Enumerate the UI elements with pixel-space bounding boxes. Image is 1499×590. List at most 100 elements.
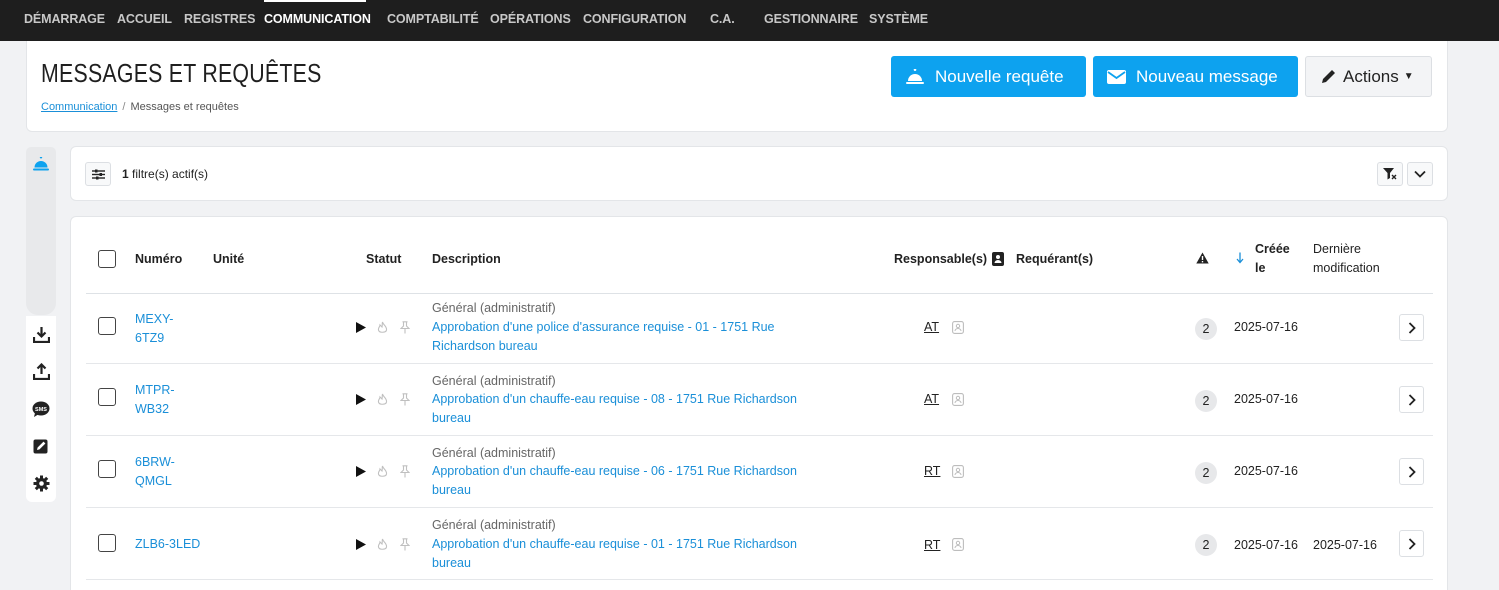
sms-icon[interactable]: SMS <box>32 400 50 418</box>
requests-table: Numéro Unité Statut Description Responsa… <box>70 216 1448 590</box>
request-number[interactable]: 6BRW- QMGL <box>135 453 175 491</box>
request-count-badge: 2 <box>1195 318 1217 340</box>
filter-clear-icon <box>1383 168 1397 180</box>
edit-note-icon[interactable] <box>32 437 50 455</box>
nav-item-operations[interactable]: OPÉRATIONS <box>490 12 571 26</box>
column-header-description[interactable]: Description <box>432 250 501 269</box>
responsible-initials[interactable]: AT <box>924 392 939 406</box>
pin-icon[interactable] <box>400 465 410 478</box>
breadcrumb-separator: / <box>122 101 126 113</box>
download-icon[interactable] <box>32 325 50 343</box>
nav-item-gestionnaire[interactable]: GESTIONNAIRE <box>764 12 858 26</box>
contact-card-icon[interactable] <box>952 465 964 478</box>
nav-item-systeme[interactable]: SYSTÈME <box>869 12 928 26</box>
chevron-right-icon <box>1408 537 1416 550</box>
open-request-button[interactable] <box>1399 458 1424 485</box>
pin-icon[interactable] <box>400 321 410 334</box>
nav-item-demarrage[interactable]: DÉMARRAGE <box>24 12 105 26</box>
flame-icon[interactable] <box>377 393 388 406</box>
request-number[interactable]: MTPR- WB32 <box>135 381 175 419</box>
row-checkbox[interactable] <box>98 388 116 406</box>
request-number[interactable]: ZLB6-3LED <box>135 535 200 554</box>
row-checkbox[interactable] <box>98 534 116 552</box>
contact-card-icon[interactable] <box>952 538 964 551</box>
request-number[interactable]: MEXY- 6TZ9 <box>135 310 173 348</box>
play-icon[interactable] <box>356 466 366 477</box>
request-description-link[interactable]: Approbation d'un chauffe-eau requise - 0… <box>432 462 812 500</box>
request-description-link[interactable]: Approbation d'un chauffe-eau requise - 0… <box>432 535 812 573</box>
requests-side-tab[interactable] <box>26 147 56 315</box>
open-request-button[interactable] <box>1399 530 1424 557</box>
row-checkbox[interactable] <box>98 460 116 478</box>
clear-filters-button[interactable] <box>1377 162 1403 186</box>
new-request-button[interactable]: Nouvelle requête <box>891 56 1086 97</box>
created-date: 2025-07-16 <box>1234 320 1298 334</box>
request-category: Général (administratif) <box>432 518 556 532</box>
sort-down-arrow-icon[interactable] <box>1236 252 1244 264</box>
side-toolbar: SMS <box>26 316 56 502</box>
gear-icon[interactable] <box>32 474 50 492</box>
column-header-requester[interactable]: Requérant(s) <box>1016 250 1093 269</box>
request-number-part1: 6BRW- <box>135 455 175 469</box>
request-number-part2: 6TZ9 <box>135 331 165 345</box>
upload-icon[interactable] <box>32 362 50 380</box>
responsible-initials[interactable]: RT <box>924 538 940 552</box>
nav-item-registres[interactable]: REGISTRES <box>184 12 255 26</box>
pencil-icon <box>1322 70 1335 83</box>
open-request-button[interactable] <box>1399 386 1424 413</box>
responsible-initials[interactable]: AT <box>924 320 939 334</box>
chevron-right-icon <box>1408 321 1416 334</box>
nav-item-ca[interactable]: C.A. <box>710 12 735 26</box>
play-icon[interactable] <box>356 539 366 550</box>
created-date: 2025-07-16 <box>1234 464 1298 478</box>
breadcrumb-link-communication[interactable]: Communication <box>41 101 117 113</box>
responsible-initials[interactable]: RT <box>924 464 940 478</box>
created-date: 2025-07-16 <box>1234 392 1298 406</box>
filter-settings-button[interactable] <box>85 162 111 186</box>
column-header-unit[interactable]: Unité <box>213 250 244 269</box>
contact-card-icon[interactable] <box>952 321 964 334</box>
play-icon[interactable] <box>356 394 366 405</box>
request-description-link[interactable]: Approbation d'une police d'assurance req… <box>432 318 812 356</box>
request-number-part2: WB32 <box>135 402 170 416</box>
select-all-checkbox[interactable] <box>98 250 116 268</box>
request-number-part1: MEXY- <box>135 312 174 326</box>
nav-item-comptabilite[interactable]: COMPTABILITÉ <box>387 12 479 26</box>
new-request-label: Nouvelle requête <box>935 66 1064 86</box>
page-header: MESSAGES ET REQUÊTES Communication / Messa… <box>26 41 1448 132</box>
nav-item-accueil[interactable]: ACCUEIL <box>117 12 172 26</box>
actions-dropdown-button[interactable]: Actions ▼ <box>1305 56 1432 97</box>
column-header-responsible[interactable]: Responsable(s) <box>894 250 987 269</box>
pin-icon[interactable] <box>400 538 410 551</box>
pin-icon[interactable] <box>400 393 410 406</box>
row-checkbox[interactable] <box>98 317 116 335</box>
request-category: Général (administratif) <box>432 374 556 388</box>
new-message-button[interactable]: Nouveau message <box>1093 56 1298 97</box>
column-header-created-line2[interactable]: le <box>1255 259 1265 278</box>
expand-filters-button[interactable] <box>1407 162 1433 186</box>
contact-card-icon[interactable] <box>952 393 964 406</box>
row-divider <box>86 435 1433 436</box>
nav-active-indicator <box>264 0 366 2</box>
breadcrumb: Communication / Messages et requêtes <box>41 101 239 113</box>
nav-item-configuration[interactable]: CONFIGURATION <box>583 12 686 26</box>
column-header-status[interactable]: Statut <box>366 250 401 269</box>
column-header-created-line1[interactable]: Créée <box>1255 240 1290 259</box>
play-icon[interactable] <box>356 322 366 333</box>
column-header-modified-line2[interactable]: modification <box>1313 259 1380 278</box>
bell-icon <box>906 68 924 84</box>
active-filters-text: 1 filtre(s) actif(s) <box>122 167 208 181</box>
flame-icon[interactable] <box>377 538 388 551</box>
new-message-label: Nouveau message <box>1136 66 1278 86</box>
row-divider <box>86 363 1433 364</box>
flame-icon[interactable] <box>377 465 388 478</box>
caret-down-icon: ▼ <box>1403 71 1414 82</box>
column-header-number[interactable]: Numéro <box>135 250 182 269</box>
nav-item-communication[interactable]: COMMUNICATION <box>264 12 371 26</box>
open-request-button[interactable] <box>1399 314 1424 341</box>
request-category: Général (administratif) <box>432 446 556 460</box>
column-header-modified-line1[interactable]: Dernière <box>1313 240 1361 259</box>
svg-text:SMS: SMS <box>35 406 47 412</box>
request-description-link[interactable]: Approbation d'un chauffe-eau requise - 0… <box>432 390 812 428</box>
flame-icon[interactable] <box>377 321 388 334</box>
